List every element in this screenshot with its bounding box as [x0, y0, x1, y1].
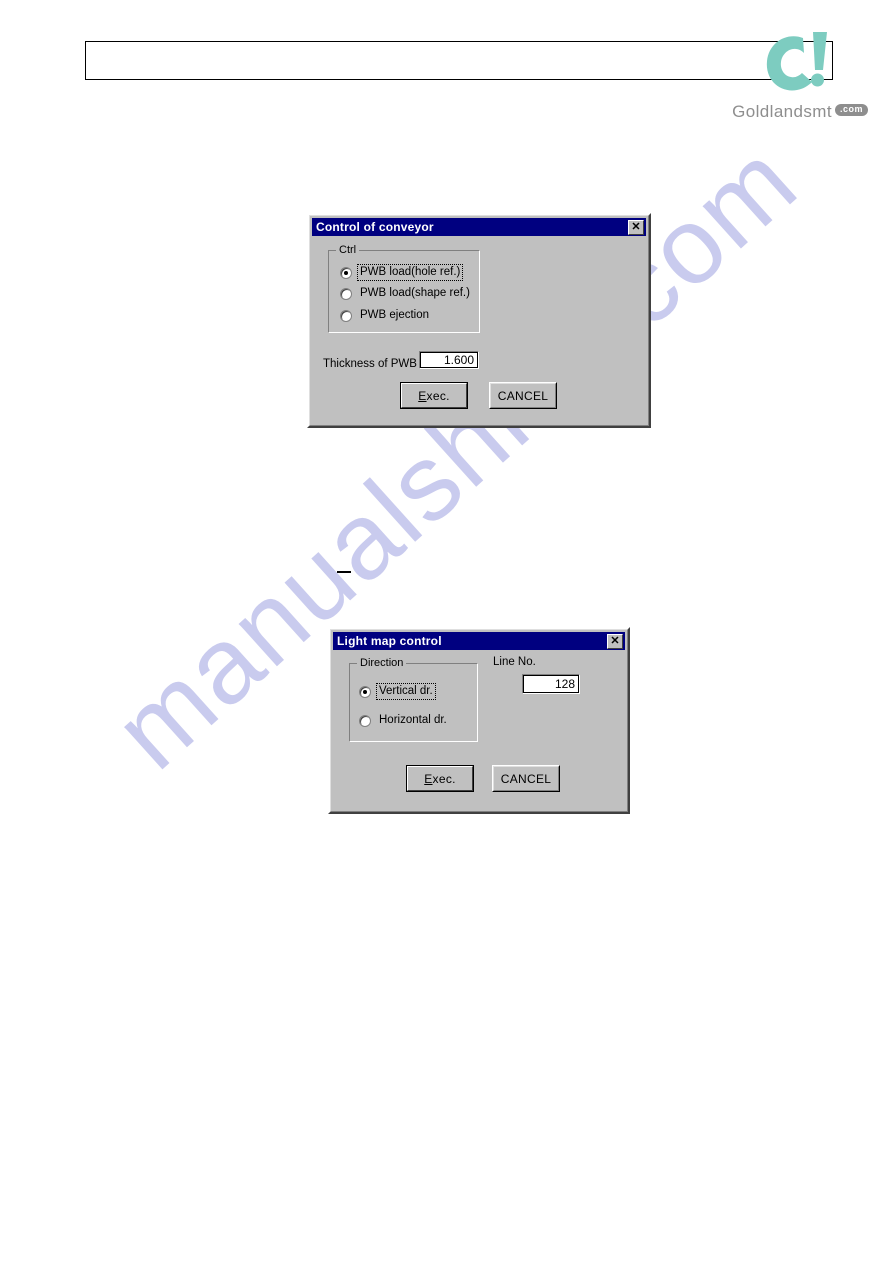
radio-icon [340, 266, 352, 279]
dialog-title: Control of conveyor [316, 220, 434, 234]
line-no-input[interactable]: 128 [522, 674, 580, 694]
dialog-title: Light map control [337, 634, 442, 648]
line-no-label: Line No. [493, 656, 536, 668]
exec-rest-label: xec. [432, 771, 456, 786]
radio-icon [340, 309, 352, 322]
dialog-control-of-conveyor: Control of conveyor ✕ Ctrl PWB load(hole… [307, 213, 651, 428]
goldlandsmt-wordmark: Goldlandsmt .com [718, 101, 868, 123]
radio-icon [359, 714, 371, 727]
groupbox-direction: Direction [349, 657, 478, 742]
close-icon-glyph: ✕ [610, 634, 620, 647]
exec-accel-letter: E [418, 388, 427, 403]
exec-button[interactable]: Exec. [406, 765, 474, 792]
close-icon[interactable]: ✕ [628, 219, 644, 235]
thickness-of-pwb-label: Thickness of PWB [323, 358, 417, 370]
radio-label: PWB load(hole ref.) [356, 264, 464, 281]
titlebar-light-map-control[interactable]: Light map control ✕ [333, 632, 625, 650]
cancel-button[interactable]: CANCEL [492, 765, 560, 792]
body-dash-mark [337, 571, 351, 573]
radio-pwb-ejection[interactable]: PWB ejection [340, 308, 431, 323]
close-icon[interactable]: ✕ [607, 633, 623, 649]
radio-label: Horizontal dr. [379, 714, 447, 726]
header-title-box [85, 41, 833, 80]
radio-label: Vertical dr. [376, 683, 436, 700]
titlebar-control-of-conveyor[interactable]: Control of conveyor ✕ [312, 218, 646, 236]
exec-button-label: Exec. [418, 389, 450, 403]
radio-pwb-load-hole-ref[interactable]: PWB load(hole ref.) [340, 264, 464, 281]
dialog-light-map-control: Light map control ✕ Direction Vertical d… [328, 627, 630, 814]
radio-label: PWB load(shape ref.) [360, 287, 470, 299]
cancel-button[interactable]: CANCEL [489, 382, 557, 409]
radio-label: PWB ejection [360, 309, 430, 321]
exec-button[interactable]: Exec. [400, 382, 468, 409]
thickness-of-pwb-input[interactable]: 1.600 [419, 351, 479, 369]
radio-icon [340, 287, 352, 300]
line-no-value: 128 [554, 677, 575, 691]
radio-icon [359, 685, 371, 698]
brand-name-text: Goldlandsmt [732, 102, 832, 121]
close-icon-glyph: ✕ [631, 220, 641, 233]
radio-horizontal-dr[interactable]: Horizontal dr. [359, 713, 449, 728]
brand-dotcom-badge: .com [834, 104, 868, 116]
thickness-of-pwb-value: 1.600 [443, 353, 474, 367]
radio-pwb-load-shape-ref[interactable]: PWB load(shape ref.) [340, 286, 472, 301]
cancel-button-label: CANCEL [500, 771, 552, 786]
groupbox-ctrl-label: Ctrl [336, 244, 360, 256]
cancel-button-label: CANCEL [497, 388, 549, 403]
exec-button-label: Exec. [424, 772, 456, 786]
radio-vertical-dr[interactable]: Vertical dr. [359, 683, 436, 700]
exec-rest-label: xec. [426, 388, 450, 403]
exec-accel-letter: E [424, 771, 433, 786]
goldlandsmt-logo-icon [757, 28, 835, 96]
groupbox-direction-label: Direction [357, 657, 407, 669]
